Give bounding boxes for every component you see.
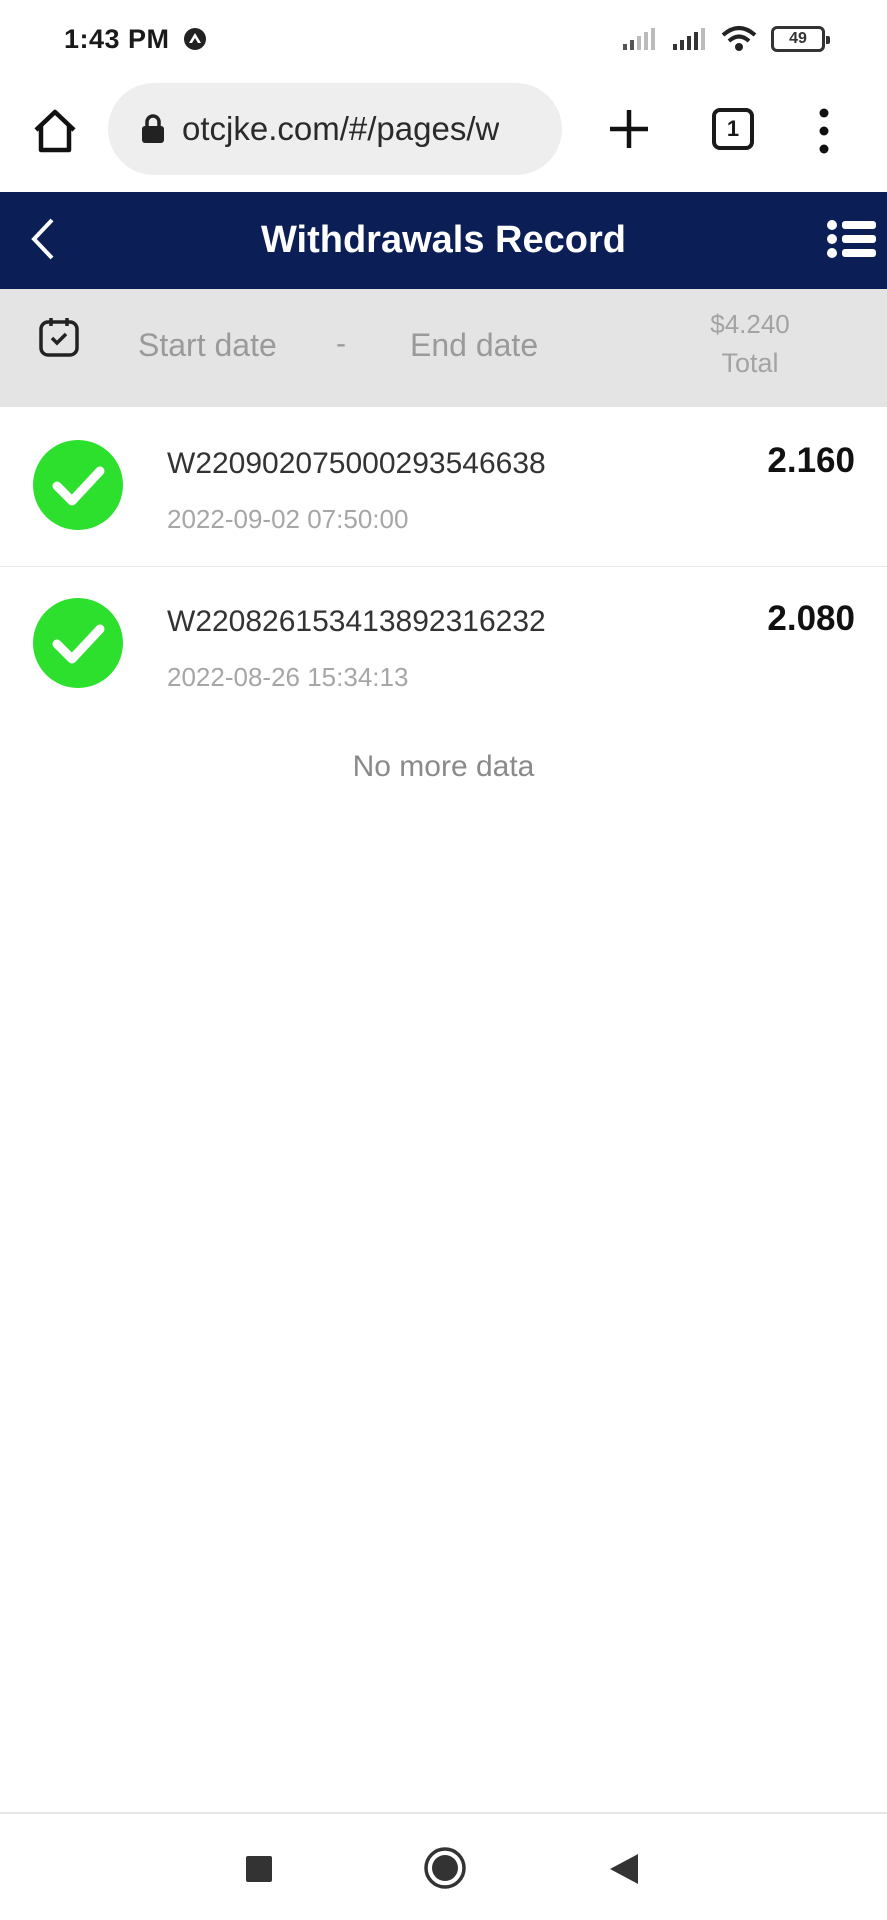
list-menu-icon[interactable] <box>826 218 878 260</box>
wifi-icon <box>721 26 757 51</box>
no-more-data-label: No more data <box>352 750 535 783</box>
browser-toolbar: otcjke.com/#/pages/w 1 <box>0 78 887 192</box>
record-id: W220902075000293546638 <box>167 447 546 480</box>
url-text: otcjke.com/#/pages/w <box>182 110 500 147</box>
success-check-icon <box>33 440 123 530</box>
success-check-icon <box>33 598 123 688</box>
home-icon[interactable] <box>30 106 80 156</box>
system-nav-bar <box>0 1812 887 1920</box>
withdrawal-record[interactable]: W220826153413892316232 2022-08-26 15:34:… <box>0 567 887 725</box>
withdrawal-record[interactable]: W220902075000293546638 2022-09-02 07:50:… <box>0 409 887 567</box>
tab-switcher-button[interactable]: 1 <box>712 108 754 150</box>
signal-icon-2 <box>673 28 705 50</box>
more-options-icon[interactable] <box>810 106 838 156</box>
record-id: W220826153413892316232 <box>167 605 546 638</box>
record-amount: 2.080 <box>767 599 855 638</box>
status-bar: 1:43 PM 49 <box>0 0 887 78</box>
signal-icon <box>623 28 655 50</box>
date-separator: - <box>336 327 346 360</box>
back-arrow-icon[interactable] <box>26 214 62 264</box>
date-filter-bar: Start date - End date $4.240 Total <box>0 289 887 407</box>
app-header: Withdrawals Record <box>0 192 887 289</box>
end-date-field[interactable]: End date <box>410 327 538 364</box>
status-right: 49 <box>621 25 830 53</box>
calendar-icon[interactable] <box>38 316 80 358</box>
url-bar[interactable]: otcjke.com/#/pages/w <box>108 83 562 175</box>
total-label: Total <box>721 348 779 378</box>
recents-icon[interactable] <box>246 1856 272 1882</box>
new-tab-icon[interactable] <box>606 106 652 152</box>
lock-icon <box>142 114 164 143</box>
page-title: Withdrawals Record <box>261 219 626 261</box>
home-circle-icon[interactable] <box>423 1846 467 1890</box>
status-time: 1:43 PM <box>64 23 170 54</box>
back-triangle-icon[interactable] <box>608 1852 640 1886</box>
notification-icon <box>183 28 206 50</box>
total-summary: $4.240 Total <box>690 309 810 379</box>
record-time: 2022-08-26 15:34:13 <box>167 662 409 692</box>
start-date-field[interactable]: Start date <box>138 327 277 364</box>
record-amount: 2.160 <box>767 441 855 480</box>
battery-icon: 49 <box>771 26 830 52</box>
status-left: 1:43 PM <box>64 24 208 55</box>
record-time: 2022-09-02 07:50:00 <box>167 504 409 534</box>
total-amount: $4.240 <box>710 309 790 339</box>
